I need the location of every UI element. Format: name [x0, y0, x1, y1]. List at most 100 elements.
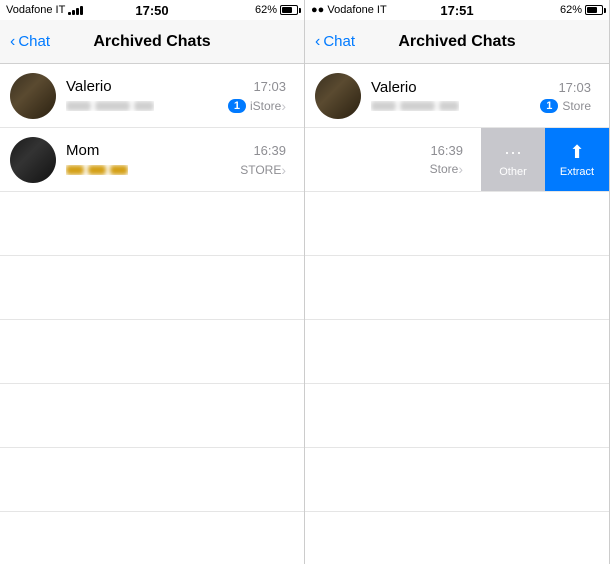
nav-title-right: Archived Chats — [398, 33, 515, 51]
chat-time-mom-left: 16:39 — [253, 143, 286, 158]
back-button-right[interactable]: ‹ Chat — [315, 33, 355, 51]
bar4 — [80, 6, 83, 15]
other-action-btn[interactable]: ··· Other — [481, 128, 545, 191]
status-bar-right: ●● Vodafone IT 17:51 62% — [305, 0, 609, 20]
back-label-left: Chat — [18, 33, 50, 50]
bar2 — [72, 10, 75, 15]
time-right: 17:51 — [440, 3, 473, 18]
empty-row-r2 — [305, 256, 609, 320]
chat-item-mom-right[interactable]: 16:39 Store › ··· Other — [305, 128, 609, 192]
other-label: Other — [499, 166, 527, 178]
chat-preview-mom-left — [66, 165, 128, 175]
chevron-mom-left: › — [281, 162, 286, 178]
blur1r — [371, 101, 396, 111]
avatar-valerio-right-img — [315, 73, 361, 119]
avatar-valerio-left — [10, 73, 56, 119]
blur2 — [95, 101, 130, 111]
extract-icon: ⬆ — [569, 142, 584, 163]
back-label-right: Chat — [323, 33, 355, 50]
status-bar-left: Vodafone IT 17:50 62% — [0, 0, 304, 20]
battery-pct: 62% — [255, 4, 277, 16]
chat-name-valerio-left: Valerio — [66, 78, 112, 95]
chat-item-valerio-right[interactable]: Valerio 17:03 1 Store — [305, 64, 609, 128]
empty-row-1 — [0, 192, 304, 256]
battery-fill — [282, 7, 292, 13]
empty-row-r1 — [305, 192, 609, 256]
empty-row-2 — [0, 256, 304, 320]
status-right-left: ●● Vodafone IT — [311, 4, 387, 16]
empty-row-r5 — [305, 448, 609, 512]
right-panel: ●● Vodafone IT 17:51 62% ‹ Chat Archived… — [305, 0, 610, 564]
blur2r — [400, 101, 435, 111]
battery-icon-right — [585, 5, 603, 15]
chat-content-mom-right: 16:39 Store › — [315, 143, 471, 177]
battery-fill-right — [587, 7, 597, 13]
bar3 — [76, 8, 79, 15]
chat-item-valerio-left[interactable]: Valerio 17:03 1 iStore › — [0, 64, 304, 128]
time-left: 17:50 — [135, 3, 168, 18]
badge-row-valerio: 1 iStore › — [228, 98, 286, 114]
swipe-actions-mom: ··· Other ⬆ Extract — [481, 128, 609, 191]
carrier-label-right: ●● Vodafone IT — [311, 4, 387, 16]
back-chevron-left: ‹ — [10, 33, 15, 51]
status-right-right: 62% — [560, 4, 603, 16]
chat-time-valerio-right: 17:03 — [558, 80, 591, 95]
blur3 — [134, 101, 154, 111]
chat-item-mom-left[interactable]: Mom 16:39 STORE › — [0, 128, 304, 192]
badge-valerio-left: 1 — [228, 99, 246, 113]
status-left: Vodafone IT — [6, 4, 83, 16]
empty-row-r4 — [305, 384, 609, 448]
empty-row-r6 — [305, 512, 609, 564]
avatar-mom-left — [10, 137, 56, 183]
star2 — [88, 165, 106, 175]
bar1 — [68, 12, 71, 15]
chat-item-mom-inner: 16:39 Store › — [305, 128, 481, 191]
nav-title-left: Archived Chats — [93, 33, 210, 51]
extract-label: Extract — [560, 166, 594, 178]
store-label-valerio-right: Store — [562, 99, 591, 113]
chat-name-valerio-right: Valerio — [371, 79, 417, 96]
avatar-valerio-right — [315, 73, 361, 119]
chat-list-right: Valerio 17:03 1 Store — [305, 64, 609, 564]
store-label-mom-right: Store — [430, 162, 459, 176]
chat-preview-valerio-left — [66, 101, 154, 111]
star1 — [66, 165, 84, 175]
left-panel: Vodafone IT 17:50 62% ‹ Chat Archived Ch… — [0, 0, 305, 564]
battery-icon — [280, 5, 298, 15]
nav-bar-right: ‹ Chat Archived Chats — [305, 20, 609, 64]
badge-row-mom-right: Store › — [430, 161, 463, 177]
carrier-label: Vodafone IT — [6, 4, 65, 16]
store-label-mom-left: STORE — [240, 163, 281, 177]
chat-time-mom-right: 16:39 — [430, 143, 463, 158]
chat-list-left: Valerio 17:03 1 iStore › — [0, 64, 304, 564]
nav-bar-left: ‹ Chat Archived Chats — [0, 20, 304, 64]
chevron-mom-right: › — [458, 161, 463, 177]
empty-row-r3 — [305, 320, 609, 384]
extract-action-btn[interactable]: ⬆ Extract — [545, 128, 609, 191]
blur3r — [439, 101, 459, 111]
chat-content-valerio-left: Valerio 17:03 1 iStore › — [66, 78, 294, 114]
status-right: 62% — [255, 4, 298, 16]
store-label-valerio-left: iStore — [250, 99, 281, 113]
back-button-left[interactable]: ‹ Chat — [10, 33, 50, 51]
chat-name-mom-left: Mom — [66, 142, 99, 159]
avatar-placeholder — [10, 73, 56, 119]
empty-row-4 — [0, 384, 304, 448]
signal-bars — [68, 6, 83, 15]
chat-content-valerio-right: Valerio 17:03 1 Store — [371, 79, 599, 113]
chat-content-mom-left: Mom 16:39 STORE › — [66, 142, 294, 178]
empty-row-6 — [0, 512, 304, 564]
other-icon: ··· — [504, 142, 522, 163]
chat-preview-valerio-right — [371, 101, 459, 111]
battery-pct-right: 62% — [560, 4, 582, 16]
empty-row-5 — [0, 448, 304, 512]
empty-row-3 — [0, 320, 304, 384]
avatar-mom-placeholder — [10, 137, 56, 183]
badge-valerio-right: 1 — [540, 99, 558, 113]
star3 — [110, 165, 128, 175]
back-chevron-right: ‹ — [315, 33, 320, 51]
badge-row-mom: STORE › — [240, 162, 286, 178]
badge-row-valerio-right: 1 Store — [540, 99, 591, 113]
chat-time-valerio-left: 17:03 — [253, 79, 286, 94]
blur1 — [66, 101, 91, 111]
